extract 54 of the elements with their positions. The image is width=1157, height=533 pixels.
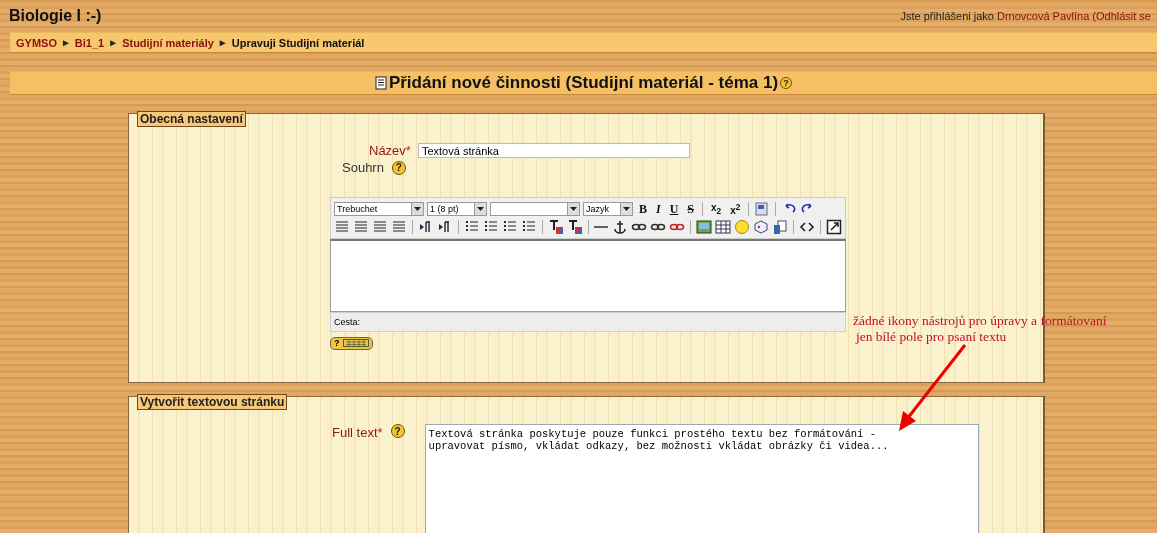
help-icon[interactable]: ? [391, 160, 406, 175]
path-label: Cesta: [334, 317, 360, 327]
fullscreen-icon[interactable] [826, 219, 842, 235]
dropdown[interactable]: 1 (8 pt) [427, 202, 487, 216]
annotation-text: jen bílé pole pro psaní textu [856, 329, 1008, 345]
format-button[interactable]: B [636, 201, 650, 217]
image-icon[interactable] [696, 219, 713, 235]
help-icon[interactable]: ? [390, 424, 405, 438]
name-field[interactable]: Textová stránka [417, 143, 690, 158]
page-heading: Přidání nové činnosti (Studijní materiál - téma 1) [388, 73, 779, 93]
align-right-icon[interactable] [372, 219, 388, 235]
editor-text-area[interactable] [330, 239, 846, 312]
section-legend: Vytvořit textovou stránku [137, 394, 288, 410]
script-button[interactable]: x$_{2}$ [708, 202, 725, 216]
caret-icon [570, 207, 577, 211]
breadcrumb-separator: ► [60, 37, 71, 48]
script-button[interactable]: x$^{2}$ [727, 201, 744, 217]
highlight-color-icon[interactable] [566, 219, 583, 235]
breadcrumb-separator: ► [108, 37, 119, 48]
current-page-label: Upravuji Studijní materiál [231, 36, 365, 49]
login-text: Jste přihlášeni jako [900, 10, 994, 22]
justify-icon[interactable] [391, 219, 407, 235]
logout-link[interactable]: (Odhlásit se [1092, 10, 1151, 22]
field-label: Název* [369, 143, 411, 158]
align-center-icon[interactable] [353, 219, 369, 235]
format-button[interactable]: U [666, 201, 682, 217]
breadcrumb-link[interactable]: Studijní materiály [122, 36, 214, 49]
caret-icon [477, 207, 484, 211]
paste-icon[interactable] [772, 219, 789, 235]
text-color-icon[interactable] [547, 219, 564, 235]
anchor-icon[interactable] [612, 219, 629, 235]
section-legend: Obecná nastavení [137, 111, 246, 127]
word-document-icon[interactable] [754, 201, 771, 217]
align-left-icon[interactable] [334, 219, 350, 235]
keyboard-help-button[interactable]: ? [330, 336, 373, 350]
help-icon[interactable]: ? [780, 77, 793, 89]
breadcrumb-separator: ► [217, 37, 228, 48]
full-text-field[interactable]: Textová stránka poskytuje pouze funkci prostého textu bez formátování - upravovat písmo, vkládat odkazy, bez možnosti vkládat obrázky či videa... [424, 424, 979, 533]
site-title: Biologie I :-) [9, 7, 102, 25]
smiley-icon[interactable] [734, 219, 751, 235]
keyboard-icon [342, 339, 369, 347]
field-label: Full text* [332, 425, 383, 440]
caret-icon [623, 207, 630, 211]
breadcrumb-link[interactable]: Bi1_1 [74, 36, 105, 49]
dropdown[interactable]: Trebuchet [334, 202, 424, 216]
format-button[interactable]: I [653, 201, 664, 217]
table-icon[interactable] [715, 219, 732, 235]
dropdown[interactable]: Jazyk [583, 202, 633, 216]
breadcrumb-link[interactable]: GYMSO [16, 36, 57, 49]
user-link[interactable]: Drnovcová Pavlína [996, 10, 1090, 22]
field-label: Souhrn [342, 160, 384, 175]
document-icon [374, 76, 387, 90]
format-button[interactable]: S [684, 201, 698, 217]
caret-icon [414, 207, 421, 211]
